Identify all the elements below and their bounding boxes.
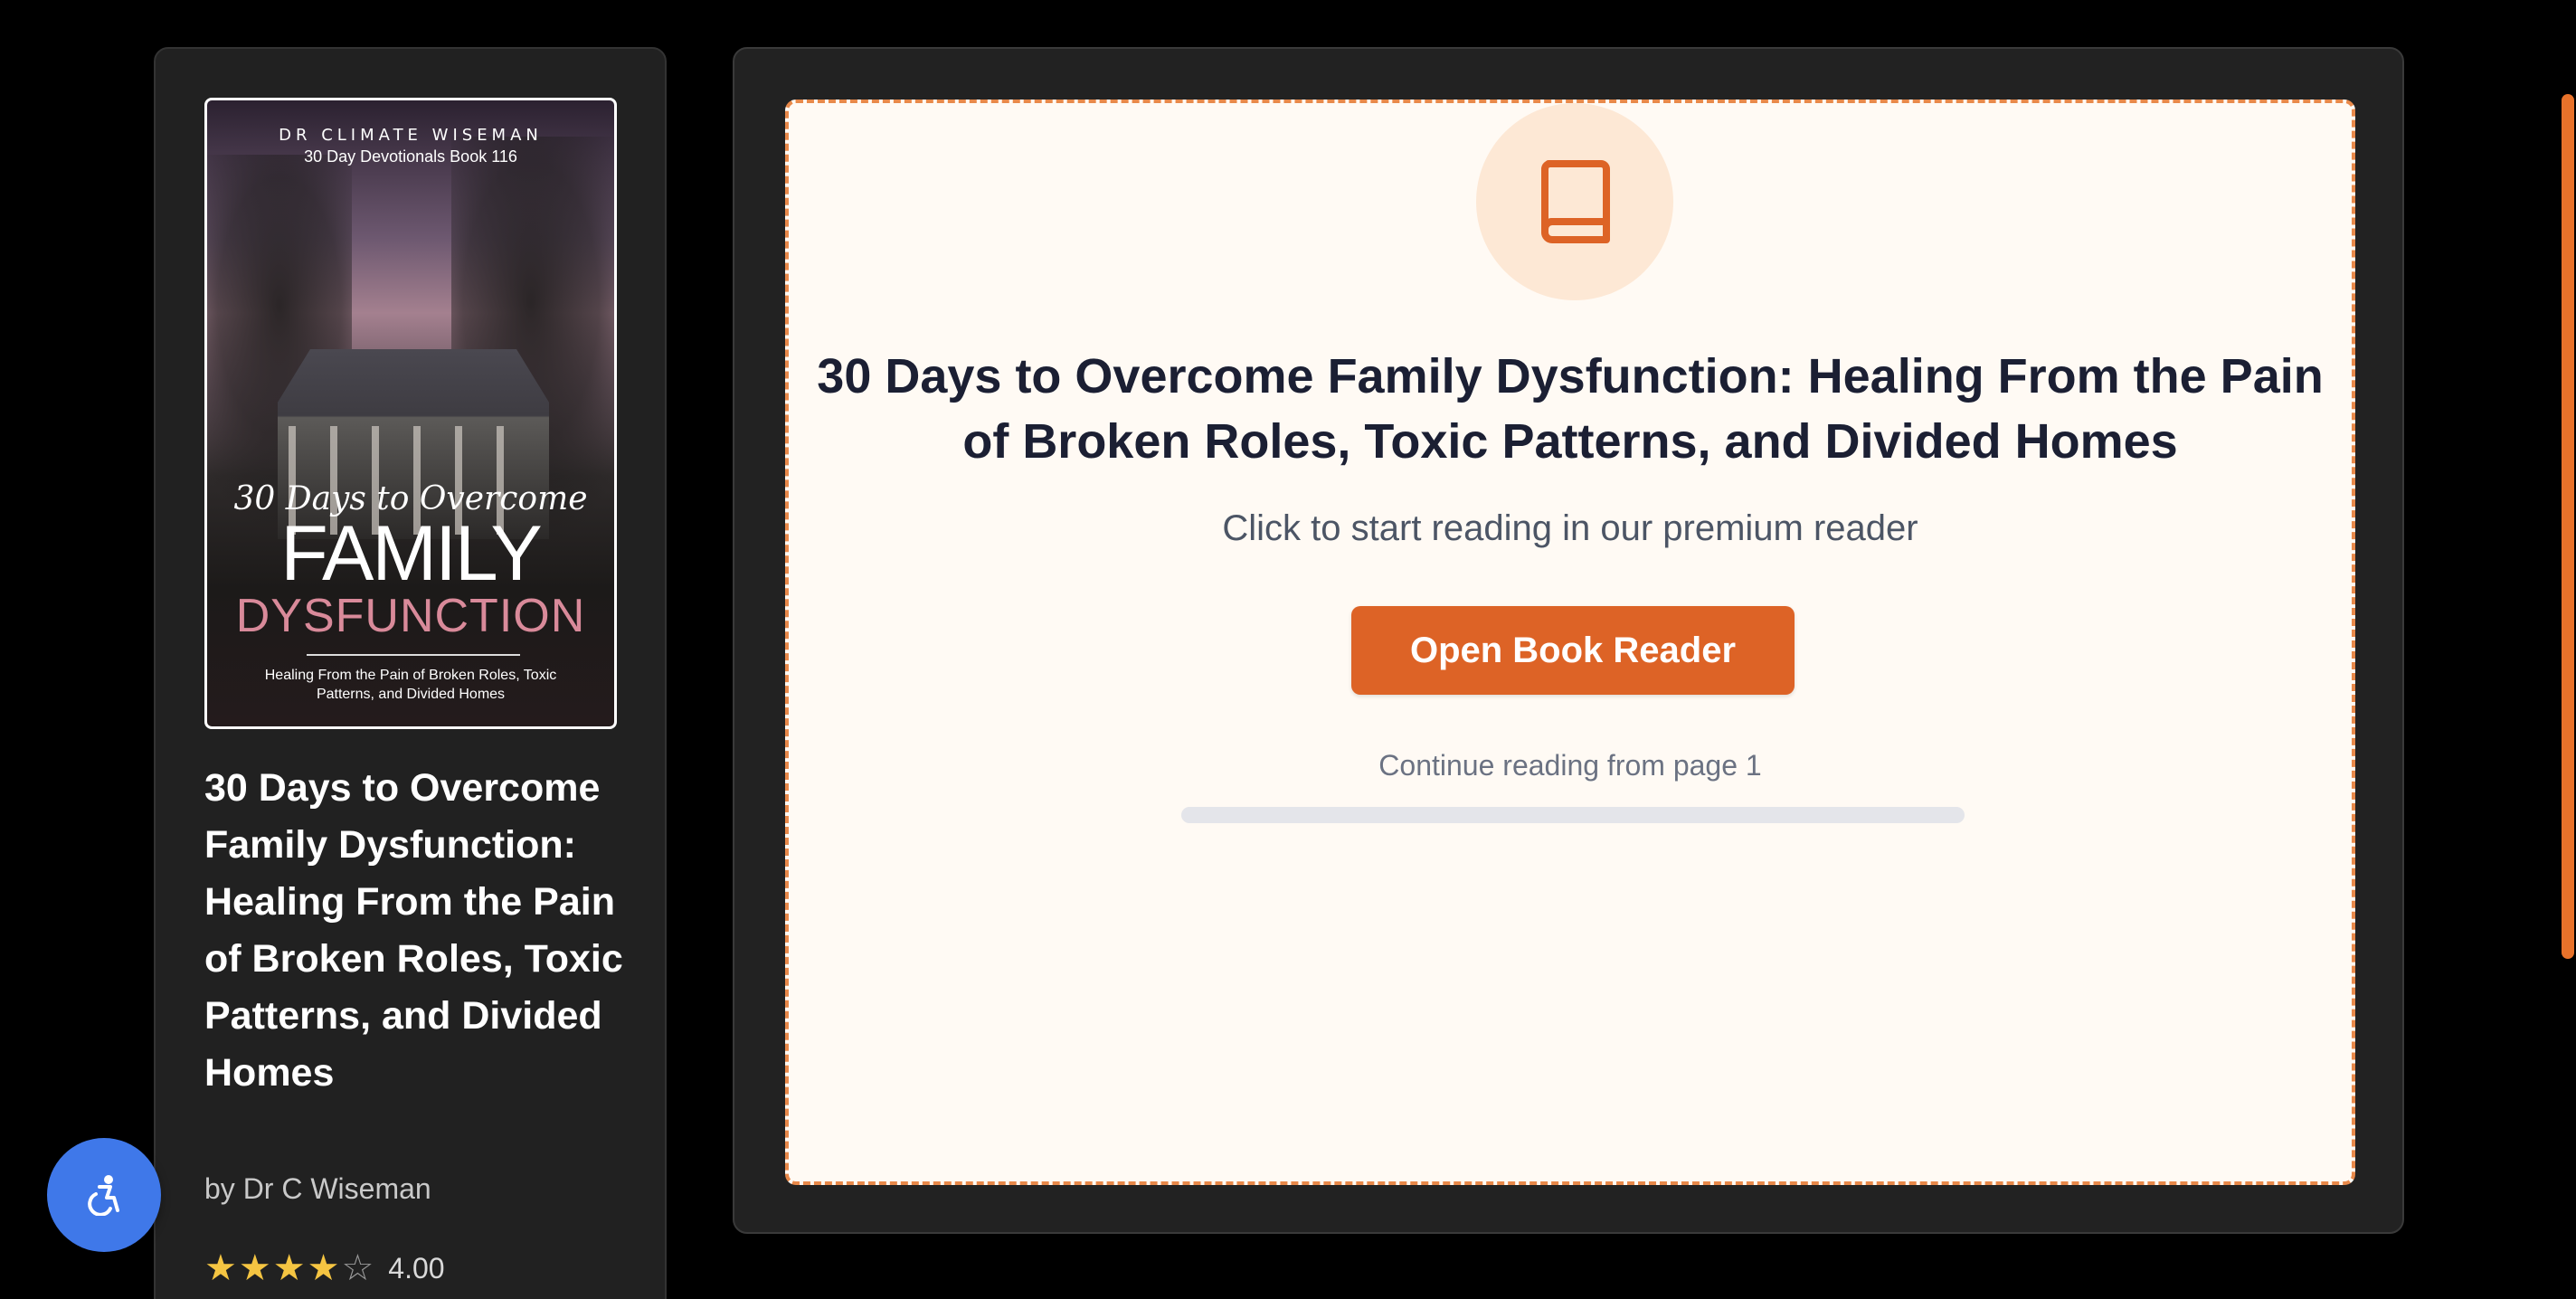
continue-reading-text: Continue reading from page 1	[1378, 749, 1762, 782]
star-icon: ★	[238, 1248, 271, 1288]
book-icon-badge	[1476, 103, 1673, 300]
reader-panel: 30 Days to Overcome Family Dysfunction: …	[733, 47, 2404, 1234]
star-icon: ★	[204, 1248, 237, 1288]
accessibility-button[interactable]	[47, 1138, 161, 1252]
cover-author: DR CLIMATE WISEMAN	[279, 126, 543, 145]
cover-series: 30 Day Devotionals Book 116	[304, 147, 517, 166]
cover-subtitle: Healing From the Pain of Broken Roles, T…	[264, 668, 557, 702]
book-cover-image[interactable]: DR CLIMATE WISEMAN 30 Day Devotionals Bo…	[204, 98, 617, 729]
star-outline-icon: ☆	[341, 1248, 374, 1288]
star-icon: ★	[272, 1248, 306, 1288]
open-book-reader-button[interactable]: Open Book Reader	[1351, 606, 1795, 695]
book-title: 30 Days to Overcome Family Dysfunction: …	[204, 766, 623, 1095]
reader-subtitle: Click to start reading in our premium re…	[1222, 508, 1918, 548]
star-icon: ★	[307, 1248, 340, 1288]
book-icon	[1541, 160, 1610, 243]
rating: ★ ★ ★ ★ ☆ 4.00	[204, 1250, 445, 1286]
reader-book-title: 30 Days to Overcome Family Dysfunction: …	[817, 349, 2324, 469]
book-info-card: DR CLIMATE WISEMAN 30 Day Devotionals Bo…	[154, 47, 667, 1299]
accessibility-icon	[88, 1175, 119, 1216]
reader-launch-card[interactable]: 30 Days to Overcome Family Dysfunction: …	[785, 100, 2355, 1185]
book-author: by Dr C Wiseman	[204, 1172, 431, 1205]
reading-progress-bar	[1181, 807, 1965, 823]
cover-title-line2: FAMILY	[280, 510, 543, 597]
cover-title-line3: DYSFUNCTION	[235, 590, 586, 642]
scrollbar-thumb[interactable]	[2562, 94, 2574, 959]
page: DR CLIMATE WISEMAN 30 Day Devotionals Bo…	[0, 0, 2576, 1299]
rating-value: 4.00	[388, 1251, 445, 1285]
scrollbar[interactable]	[2558, 0, 2576, 1299]
cover-divider	[307, 654, 520, 656]
